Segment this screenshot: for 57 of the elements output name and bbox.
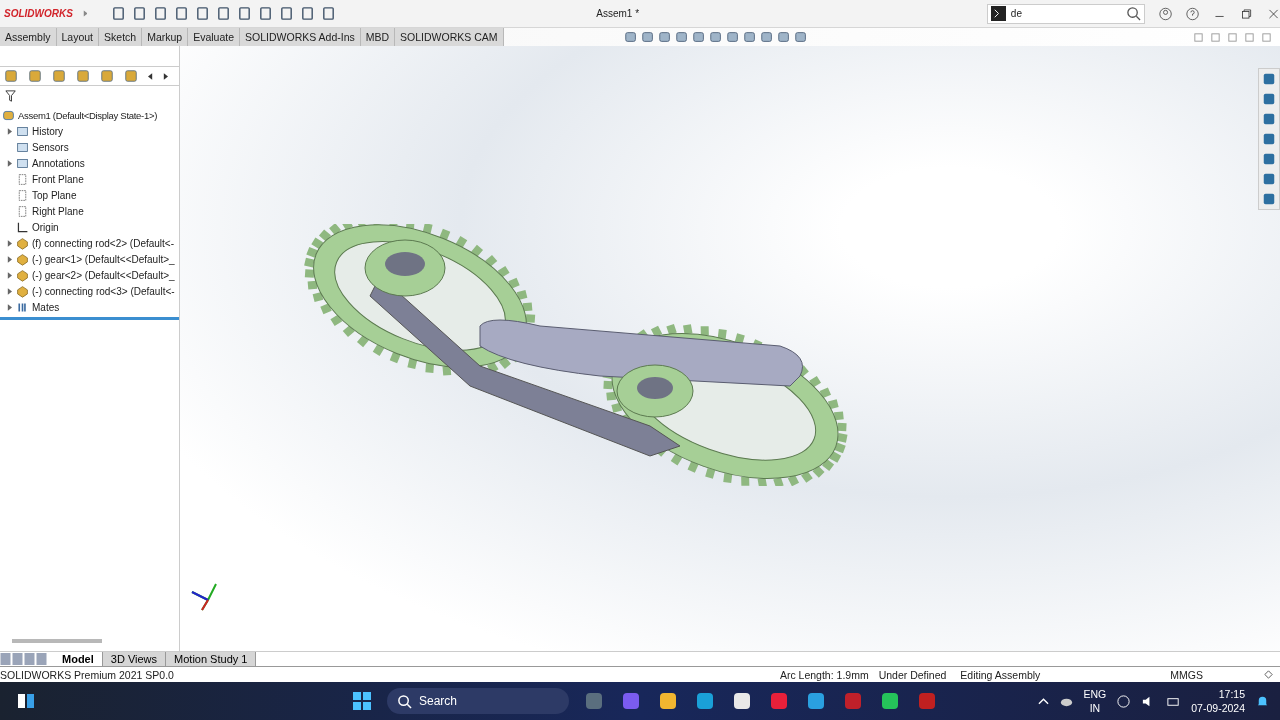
window-title: Assem1 * [596,8,641,19]
units-selector[interactable]: MMGS [1170,668,1203,681]
search-icon[interactable] [1125,6,1141,21]
component-icon [16,236,29,250]
tree-item[interactable]: Annotations [32,157,85,169]
app-logo: SOLIDWORKS [4,8,74,19]
tree-item[interactable]: Assem1 (Default<Display State-1>) [18,109,157,121]
tree-item[interactable]: History [32,125,64,137]
tab[interactable]: Motion Study 1 [166,652,257,666]
expand-arrow-icon[interactable] [6,271,12,279]
component-icon [16,284,29,298]
expand-arrow-icon[interactable] [6,159,12,167]
expand-arrow-icon[interactable] [6,287,12,295]
status-text: Under Defined [878,668,947,681]
tree-item[interactable]: (-) gear<2> (Default<<Default>_ [32,269,175,281]
command-search-field[interactable]: de [986,3,1145,24]
expand-arrow-icon[interactable] [6,127,12,135]
rebuild-icon[interactable] [1263,669,1274,680]
tree-item[interactable]: (-) gear<1> (Default<<Default>_ [32,253,175,265]
plane-icon [16,188,29,202]
expand-menu-icon[interactable] [82,10,88,17]
clock-date[interactable]: 07-09-2024 [1191,701,1245,715]
command-icon [990,6,1006,21]
tree-item[interactable]: (f) connecting rod<2> (Default<- [32,237,175,249]
account-icon[interactable] [1158,6,1172,21]
start-icon[interactable] [352,691,372,711]
search-icon [397,694,412,709]
clock-time[interactable]: 17:15 [1218,687,1245,701]
plane-icon [16,204,29,218]
region-indicator[interactable]: IN [1089,701,1101,715]
taskbar-search-field[interactable]: Search [387,688,569,714]
chevron-up-icon[interactable] [1037,697,1049,705]
status-text: Arc Length: 1.9mm [779,668,869,681]
language-indicator[interactable]: ENG [1083,687,1107,701]
tree-item[interactable]: Origin [32,221,59,233]
scroll-left-icon[interactable] [148,72,153,80]
tree-item[interactable]: Right Plane [32,205,84,217]
tree-item[interactable]: (-) connecting rod<3> (Default<- [32,285,175,297]
tree-item[interactable]: Sensors [32,141,69,153]
widgets-icon[interactable] [16,691,36,711]
status-text: Editing Assembly [960,668,1041,681]
plane-icon [16,172,29,186]
expand-arrow-icon[interactable] [6,239,12,247]
component-icon [16,268,29,282]
filter-icon[interactable] [4,89,19,104]
expand-arrow-icon[interactable] [6,255,12,263]
tab[interactable]: 3D Views [102,652,167,666]
tree-item[interactable]: Top Plane [32,189,77,201]
expand-arrow-icon[interactable] [6,303,12,311]
tree-item[interactable]: Mates [32,301,60,313]
scrollbar[interactable] [12,639,102,643]
origin-icon [16,220,29,234]
status-text: SOLIDWORKS Premium 2021 SP0.0 [0,668,174,681]
tree-item[interactable]: Front Plane [32,173,84,185]
mates-icon [16,300,29,314]
scroll-right-icon[interactable] [163,72,168,80]
component-icon [16,252,29,266]
